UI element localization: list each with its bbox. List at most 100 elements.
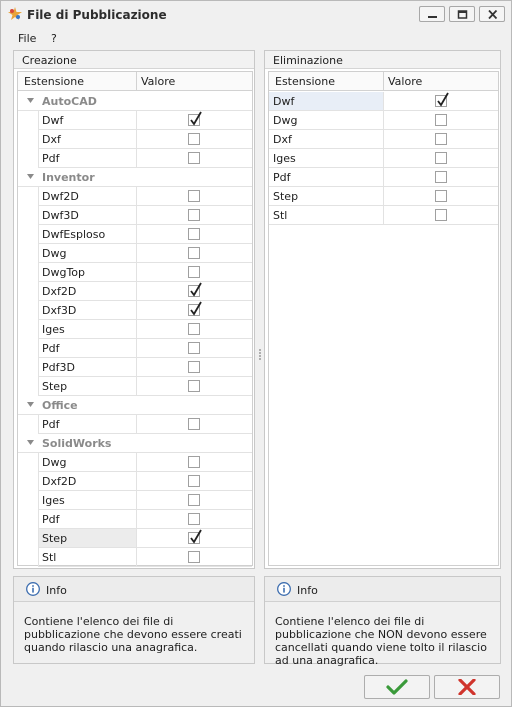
- minimize-button[interactable]: [419, 6, 445, 22]
- checkbox[interactable]: [188, 266, 200, 278]
- group-label: SolidWorks: [42, 437, 112, 450]
- checkbox[interactable]: [188, 342, 200, 354]
- checkbox[interactable]: [435, 114, 447, 126]
- table-row[interactable]: Pdf: [18, 415, 252, 434]
- table-row[interactable]: Dwg: [18, 453, 252, 472]
- checkbox[interactable]: [188, 152, 200, 164]
- checkbox[interactable]: [188, 418, 200, 430]
- table-row[interactable]: Step: [18, 377, 252, 396]
- table-row[interactable]: Dxf: [269, 130, 498, 149]
- checkbox[interactable]: [188, 513, 200, 525]
- checkbox[interactable]: [435, 209, 447, 221]
- collapse-arrow-icon[interactable]: [27, 98, 35, 104]
- close-button[interactable]: [479, 6, 505, 22]
- extension-cell: Dwg: [273, 114, 298, 127]
- checkbox[interactable]: [435, 171, 447, 183]
- checkbox[interactable]: [435, 152, 447, 164]
- table-row[interactable]: Dwg: [269, 111, 498, 130]
- checkbox[interactable]: [188, 361, 200, 373]
- column-header-extension[interactable]: Estensione: [271, 72, 335, 91]
- menu-file[interactable]: File: [18, 32, 36, 45]
- menu-bar: File ?: [1, 29, 511, 47]
- checkbox[interactable]: [188, 456, 200, 468]
- checkbox-checked[interactable]: [435, 92, 449, 107]
- table-row[interactable]: Dxf2D: [18, 282, 252, 301]
- column-header-value[interactable]: Valore: [137, 72, 175, 91]
- table-row[interactable]: Dxf: [18, 130, 252, 149]
- group-row[interactable]: SolidWorks: [18, 434, 252, 453]
- deletion-info-text: Contiene l'elenco dei file di pubblicazi…: [275, 615, 487, 667]
- table-row[interactable]: Pdf3D: [18, 358, 252, 377]
- extension-cell: Step: [42, 532, 68, 545]
- extension-cell: Dwg: [42, 247, 67, 260]
- checkbox-checked[interactable]: [188, 111, 202, 126]
- group-label: AutoCAD: [42, 95, 97, 108]
- checkbox[interactable]: [188, 494, 200, 506]
- creation-grid: Estensione Valore AutoCAD Dwf Dxf Pdf Invent…: [17, 71, 253, 567]
- group-row[interactable]: Office: [18, 396, 252, 415]
- extension-cell: Dwf2D: [42, 190, 79, 203]
- table-row[interactable]: Dwf: [18, 111, 252, 130]
- collapse-arrow-icon[interactable]: [27, 174, 35, 180]
- group-row[interactable]: AutoCAD: [18, 92, 252, 111]
- checkmark-icon: [190, 282, 202, 297]
- column-header-value[interactable]: Valore: [384, 72, 422, 91]
- checkbox[interactable]: [188, 228, 200, 240]
- collapse-arrow-icon[interactable]: [27, 440, 35, 446]
- extension-cell: Dxf2D: [42, 285, 77, 298]
- group-row[interactable]: Inventor: [18, 168, 252, 187]
- column-header-extension[interactable]: Estensione: [20, 72, 84, 91]
- extension-cell: Step: [42, 380, 68, 393]
- cancel-button[interactable]: [434, 675, 500, 699]
- table-row[interactable]: Iges: [18, 491, 252, 510]
- table-row[interactable]: Dwf3D: [18, 206, 252, 225]
- creation-info-title: Info: [46, 584, 67, 597]
- table-row[interactable]: Dwg: [18, 244, 252, 263]
- table-row[interactable]: Pdf: [18, 510, 252, 529]
- extension-cell: DwgTop: [42, 266, 86, 279]
- checkbox[interactable]: [188, 475, 200, 487]
- table-row[interactable]: Pdf: [18, 339, 252, 358]
- table-row[interactable]: Iges: [18, 320, 252, 339]
- extension-cell: Dxf2D: [42, 475, 77, 488]
- table-row[interactable]: Dxf2D: [18, 472, 252, 491]
- maximize-button[interactable]: [449, 6, 475, 22]
- creation-info-header: Info: [14, 577, 254, 602]
- table-row[interactable]: DwfEsploso: [18, 225, 252, 244]
- ok-button[interactable]: [364, 675, 430, 699]
- checkbox[interactable]: [188, 190, 200, 202]
- checkbox-checked[interactable]: [188, 301, 202, 316]
- table-row[interactable]: Stl: [269, 206, 498, 225]
- table-row[interactable]: Dwf: [269, 92, 498, 111]
- table-row[interactable]: Pdf: [18, 149, 252, 168]
- checkbox[interactable]: [435, 133, 447, 145]
- checkbox[interactable]: [188, 551, 200, 563]
- collapse-arrow-icon[interactable]: [27, 402, 35, 408]
- checkbox[interactable]: [435, 190, 447, 202]
- table-row[interactable]: DwgTop: [18, 263, 252, 282]
- checkbox-checked[interactable]: [188, 282, 202, 297]
- checkbox[interactable]: [188, 323, 200, 335]
- checkbox-checked[interactable]: [188, 529, 202, 544]
- title-bar[interactable]: File di Pubblicazione: [1, 1, 511, 28]
- extension-cell: Stl: [273, 209, 288, 222]
- table-row[interactable]: Step: [18, 529, 252, 548]
- table-row[interactable]: Dxf3D: [18, 301, 252, 320]
- table-row[interactable]: Iges: [269, 149, 498, 168]
- extension-cell: Dxf: [42, 133, 61, 146]
- extension-cell: Dwf: [42, 114, 64, 127]
- menu-help[interactable]: ?: [51, 32, 57, 45]
- table-row[interactable]: Pdf: [269, 168, 498, 187]
- maximize-icon: [457, 10, 468, 19]
- checkbox[interactable]: [188, 380, 200, 392]
- extension-cell: Pdf: [42, 152, 60, 165]
- table-row[interactable]: Dwf2D: [18, 187, 252, 206]
- splitter-grip[interactable]: [258, 348, 262, 362]
- checkmark-icon: [190, 529, 202, 544]
- creation-group-header: Creazione: [14, 51, 254, 69]
- checkbox[interactable]: [188, 247, 200, 259]
- checkbox[interactable]: [188, 209, 200, 221]
- table-row[interactable]: Step: [269, 187, 498, 206]
- table-row[interactable]: Stl: [18, 548, 252, 567]
- checkbox[interactable]: [188, 133, 200, 145]
